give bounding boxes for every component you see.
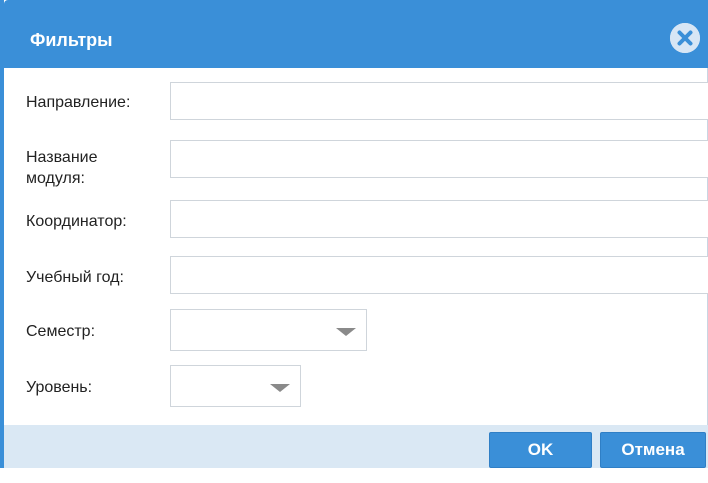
dialog-title: Фильтры xyxy=(30,30,113,50)
direction-label: Направление: xyxy=(26,94,131,111)
academic-year-input[interactable] xyxy=(170,256,708,294)
coordinator-input[interactable] xyxy=(170,200,708,238)
direction-input[interactable] xyxy=(170,82,708,120)
level-label: Уровень: xyxy=(26,379,93,396)
close-button[interactable] xyxy=(670,23,700,53)
cancel-button[interactable]: Отмена xyxy=(600,432,706,468)
dialog-footer: OK Отмена xyxy=(4,425,708,468)
module-name-label-line2: модуля: xyxy=(26,170,85,187)
ok-button[interactable]: OK xyxy=(489,432,592,468)
filters-dialog: Фильтры Направление: Название модуля: Ко… xyxy=(0,0,708,468)
chevron-down-icon xyxy=(336,328,356,336)
semester-label: Семестр: xyxy=(26,323,96,340)
academic-year-label: Учебный год: xyxy=(26,269,124,286)
module-name-label-line1: Название xyxy=(26,149,98,166)
module-name-input[interactable] xyxy=(170,140,708,178)
semester-select[interactable] xyxy=(170,309,367,351)
chevron-down-icon xyxy=(270,384,290,392)
level-select[interactable] xyxy=(170,365,301,407)
close-icon xyxy=(670,23,700,53)
dialog-titlebar: Фильтры xyxy=(4,0,708,68)
coordinator-label: Координатор: xyxy=(26,213,127,230)
